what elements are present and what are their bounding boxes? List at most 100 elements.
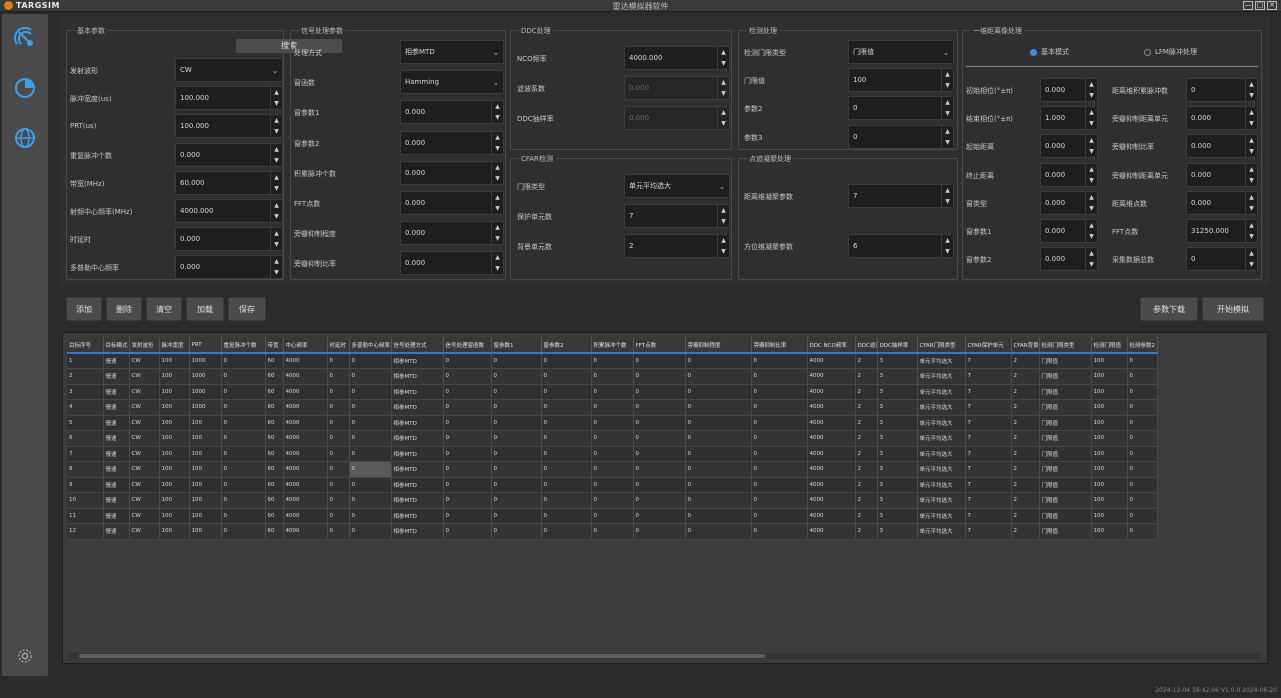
table-cell[interactable]: 0 — [633, 430, 686, 447]
table-cell[interactable]: 0 — [685, 523, 752, 540]
table-cell[interactable]: 100 — [159, 399, 190, 416]
cfar-field-0[interactable]: 单元平均选大 ⌄ — [624, 174, 730, 198]
table-cell[interactable]: 0 — [751, 446, 808, 462]
spin-down-icon[interactable]: ▼ — [942, 196, 953, 207]
table-cell[interactable]: 0 — [1127, 353, 1158, 369]
table-cell[interactable]: 0 — [751, 384, 808, 400]
spin-down-icon[interactable]: ▼ — [271, 155, 282, 166]
basic-field-3[interactable]: 0.000 ▲ ▼ — [175, 142, 283, 167]
spinner-buttons[interactable]: ▲ ▼ — [1085, 248, 1097, 271]
spin-up-icon[interactable]: ▲ — [1246, 79, 1257, 90]
table-cell[interactable]: 慢速 — [103, 523, 130, 540]
spinner-buttons[interactable]: ▲ ▼ — [941, 97, 953, 120]
table-cell[interactable]: 0 — [491, 477, 542, 493]
spin-up-icon[interactable]: ▲ — [271, 87, 282, 98]
table-cell[interactable]: 4000 — [283, 399, 328, 416]
spin-up-icon[interactable]: ▲ — [1246, 248, 1257, 259]
table-cell[interactable]: 0 — [327, 399, 350, 416]
table-cell[interactable]: 0 — [221, 384, 266, 400]
table-row[interactable]: 5 慢速 CW 100 100 0 60 4000 0 0 相参MTD 0 0 0 0 0 0 0 4000 2 3 单元… — [67, 415, 1158, 431]
column-header[interactable]: 积累脉冲个数 — [591, 337, 634, 354]
spin-up-icon[interactable]: ▲ — [1086, 79, 1097, 90]
table-cell[interactable]: 0 — [443, 523, 492, 540]
column-header[interactable]: 目标模式 — [103, 337, 130, 354]
ddc-field-0[interactable]: 4000.000 ▲ ▼ — [624, 46, 730, 70]
table-cell[interactable]: 2 — [1011, 446, 1040, 462]
table-cell[interactable]: 相参MTD — [391, 415, 444, 431]
table-cell[interactable]: 12 — [67, 523, 104, 540]
table-cell[interactable]: 0 — [443, 384, 492, 400]
table-cell[interactable]: 相参MTD — [391, 477, 444, 493]
spin-up-icon[interactable]: ▲ — [718, 77, 729, 88]
table-cell[interactable]: 0 — [491, 461, 542, 478]
table-cell[interactable]: 3 — [877, 446, 918, 462]
signal-field-1[interactable]: Hamming ⌄ — [400, 70, 504, 95]
table-cell[interactable]: 0 — [491, 430, 542, 447]
spin-up-icon[interactable]: ▲ — [1246, 192, 1257, 203]
spin-up-icon[interactable]: ▲ — [492, 192, 503, 203]
table-cell[interactable]: 0 — [221, 353, 266, 369]
table-cell[interactable]: 0 — [491, 492, 542, 509]
table-cell[interactable]: 100 — [189, 415, 222, 431]
column-header[interactable]: CFAR门限类型 — [917, 337, 966, 354]
sim-right-field-4[interactable]: 0.000 ▲ ▼ — [1186, 190, 1258, 215]
table-cell[interactable]: 门限值 — [1039, 368, 1092, 385]
table-cell[interactable]: 100 — [159, 415, 190, 431]
column-header[interactable]: 旁瓣抑制比率 — [751, 337, 808, 354]
mode-lfm-radio[interactable]: LFM脉冲处理 — [1144, 47, 1197, 57]
spin-down-icon[interactable]: ▼ — [1086, 175, 1097, 186]
spinner-buttons[interactable]: ▲ ▼ — [491, 101, 503, 124]
table-cell[interactable]: 100 — [189, 523, 222, 540]
table-cell[interactable]: 3 — [877, 415, 918, 431]
table-cell[interactable]: 0 — [1127, 523, 1158, 540]
spin-down-icon[interactable]: ▼ — [718, 216, 729, 227]
spin-up-icon[interactable]: ▲ — [942, 235, 953, 246]
table-cell[interactable]: 0 — [591, 384, 634, 400]
table-cell[interactable]: 4000 — [283, 508, 328, 524]
table-cell[interactable]: 7 — [965, 399, 1012, 416]
table-cell[interactable]: 0 — [751, 399, 808, 416]
table-cell[interactable]: 4000 — [807, 415, 856, 431]
column-header[interactable]: 目标序号 — [67, 337, 104, 354]
table-cell[interactable]: 100 — [1091, 399, 1128, 416]
spin-up-icon[interactable]: ▲ — [1086, 220, 1097, 231]
table-cell[interactable]: 0 — [1127, 399, 1158, 416]
signal-field-5[interactable]: 0.000 ▲ ▼ — [400, 191, 504, 215]
spin-up-icon[interactable]: ▲ — [271, 200, 282, 211]
spin-up-icon[interactable]: ▲ — [271, 172, 282, 183]
table-cell[interactable]: 10 — [67, 492, 104, 509]
column-header[interactable]: 中心频率 — [283, 337, 328, 354]
spinner-buttons[interactable]: ▲ ▼ — [270, 143, 282, 166]
table-cell[interactable]: 0 — [491, 384, 542, 400]
table-cell[interactable]: 慢速 — [103, 430, 130, 447]
table-cell[interactable]: 0 — [685, 399, 752, 416]
table-cell[interactable]: 0 — [443, 477, 492, 493]
table-cell[interactable]: 0 — [349, 415, 392, 431]
table-cell[interactable]: 0 — [327, 430, 350, 447]
table-cell[interactable]: 0 — [633, 508, 686, 524]
table-cell[interactable]: 0 — [349, 430, 392, 447]
spinner-buttons[interactable]: ▲ ▼ — [270, 115, 282, 138]
table-row[interactable]: 9 慢速 CW 100 100 0 60 4000 0 0 相参MTD 0 0 0 0 0 0 0 4000 2 3 单元… — [67, 477, 1158, 493]
column-header[interactable]: 带宽 — [265, 337, 284, 354]
table-cell[interactable]: CW — [129, 492, 160, 509]
table-cell[interactable]: 0 — [1127, 368, 1158, 385]
sim-right-field-6[interactable]: 0 ▲ ▼ — [1186, 247, 1258, 272]
signal-field-0[interactable]: 相参MTD ⌄ — [400, 40, 504, 64]
chevron-down-icon[interactable]: ⌄ — [489, 41, 503, 63]
table-cell[interactable]: 0 — [221, 523, 266, 540]
spinner-buttons[interactable]: ▲ ▼ — [1245, 135, 1257, 158]
table-cell[interactable]: 100 — [159, 492, 190, 509]
spin-down-icon[interactable]: ▼ — [1086, 231, 1097, 242]
table-cell[interactable]: 4000 — [807, 446, 856, 462]
table-cell[interactable]: 门限值 — [1039, 523, 1092, 540]
table-cell[interactable]: 2 — [67, 368, 104, 385]
spin-down-icon[interactable]: ▼ — [942, 108, 953, 119]
column-header[interactable]: 脉冲宽度 — [159, 337, 190, 354]
spin-up-icon[interactable]: ▲ — [271, 256, 282, 267]
table-cell[interactable]: 0 — [349, 399, 392, 416]
table-cell[interactable]: 0 — [443, 430, 492, 447]
column-header[interactable]: CFAR保护单元 — [965, 337, 1012, 354]
table-cell[interactable]: 7 — [965, 353, 1012, 369]
table-cell[interactable]: 3 — [877, 492, 918, 509]
